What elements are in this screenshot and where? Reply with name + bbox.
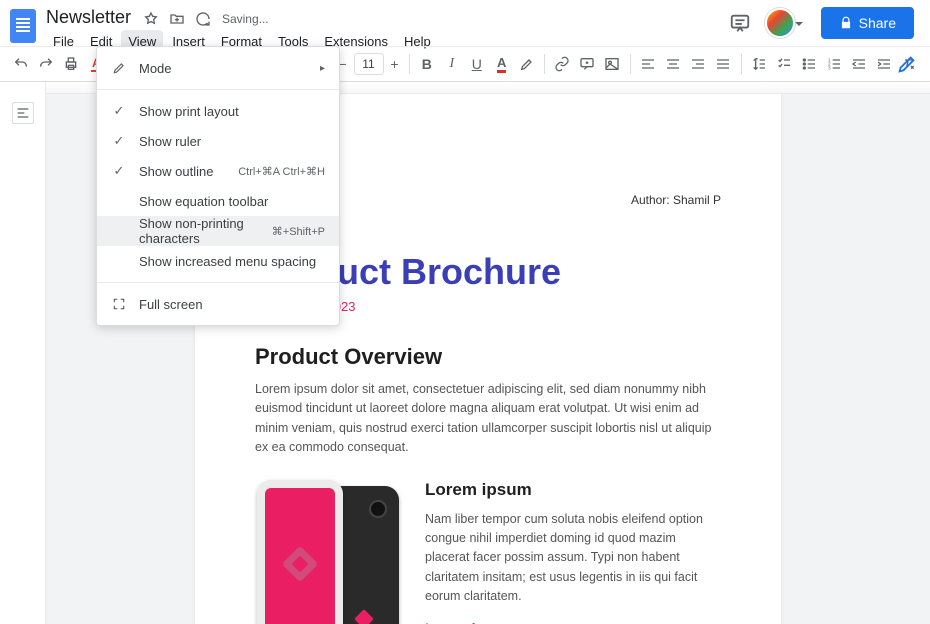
check-icon: ✓: [109, 133, 129, 149]
increase-indent-button[interactable]: [872, 51, 895, 77]
checklist-button[interactable]: [772, 51, 795, 77]
chevron-right-icon: ▸: [320, 63, 325, 74]
numbered-list-button[interactable]: 123: [822, 51, 845, 77]
insert-image-button[interactable]: [601, 51, 624, 77]
avatar-icon: [765, 8, 795, 38]
section-heading[interactable]: Lorem ipsum: [425, 480, 721, 500]
app-header: Newsletter Saving... File Edit View Inse…: [0, 0, 930, 46]
pink-heading[interactable]: Lorem ipsum: [425, 620, 721, 624]
undo-button[interactable]: [10, 51, 33, 77]
text-color-button[interactable]: A: [490, 51, 513, 77]
font-size-control: − 11 +: [335, 53, 403, 75]
move-folder-icon[interactable]: [169, 11, 185, 27]
separator: [544, 54, 545, 74]
two-column-section: Lorem ipsum Nam liber tempor cum soluta …: [255, 480, 721, 624]
bulleted-list-button[interactable]: [797, 51, 820, 77]
bold-button[interactable]: B: [415, 51, 438, 77]
redo-button[interactable]: [35, 51, 58, 77]
separator: [741, 54, 742, 74]
align-justify-button[interactable]: [712, 51, 735, 77]
menu-item-fullscreen[interactable]: Full screen: [97, 289, 339, 319]
separator: [409, 54, 410, 74]
italic-button[interactable]: I: [440, 51, 463, 77]
left-rail: [0, 82, 46, 624]
svg-text:3: 3: [828, 65, 831, 70]
separator: [630, 54, 631, 74]
share-label: Share: [859, 15, 896, 31]
menu-item-nonprinting[interactable]: Show non-printing characters ⌘+Shift+P: [97, 216, 339, 246]
product-image[interactable]: [255, 480, 403, 624]
decrease-indent-button[interactable]: [847, 51, 870, 77]
outline-toggle-icon[interactable]: [12, 102, 34, 124]
pencil-icon: [109, 61, 129, 75]
align-left-button[interactable]: [637, 51, 660, 77]
line-spacing-button[interactable]: [747, 51, 770, 77]
share-button[interactable]: Share: [821, 7, 914, 39]
overview-paragraph[interactable]: Lorem ipsum dolor sit amet, consectetuer…: [255, 380, 721, 458]
cloud-saving-icon: [195, 11, 211, 27]
separator: [97, 89, 339, 90]
comments-icon[interactable]: [729, 12, 751, 34]
editing-mode-button[interactable]: [896, 53, 918, 75]
print-button[interactable]: [60, 51, 83, 77]
fullscreen-icon: [109, 297, 129, 311]
menu-item-equation-toolbar[interactable]: Show equation toolbar: [97, 186, 339, 216]
menu-item-ruler[interactable]: ✓ Show ruler: [97, 126, 339, 156]
menu-item-mode[interactable]: Mode ▸: [97, 53, 339, 83]
overview-heading[interactable]: Product Overview: [255, 344, 721, 370]
check-icon: ✓: [109, 163, 129, 179]
menu-item-menu-spacing[interactable]: Show increased menu spacing: [97, 246, 339, 276]
header-right: Share: [729, 7, 914, 39]
align-center-button[interactable]: [662, 51, 685, 77]
menu-item-outline[interactable]: ✓ Show outline Ctrl+⌘A Ctrl+⌘H: [97, 156, 339, 186]
add-comment-button[interactable]: [576, 51, 599, 77]
star-icon[interactable]: [143, 11, 159, 27]
menu-item-print-layout[interactable]: ✓ Show print layout: [97, 96, 339, 126]
phone-front-icon: [257, 480, 343, 624]
check-icon: ✓: [109, 103, 129, 119]
align-right-button[interactable]: [687, 51, 710, 77]
account-switcher[interactable]: [765, 8, 807, 38]
underline-button[interactable]: U: [465, 51, 488, 77]
insert-link-button[interactable]: [551, 51, 574, 77]
save-status: Saving...: [222, 12, 269, 26]
section-paragraph[interactable]: Nam liber tempor cum soluta nobis eleife…: [425, 510, 721, 607]
view-menu-dropdown: Mode ▸ ✓ Show print layout ✓ Show ruler …: [96, 46, 340, 326]
document-title[interactable]: Newsletter: [46, 7, 131, 28]
font-size-plus[interactable]: +: [387, 56, 403, 72]
highlight-button[interactable]: [515, 51, 538, 77]
lock-icon: [839, 16, 853, 30]
font-size-value[interactable]: 11: [354, 53, 384, 75]
section-text: Lorem ipsum Nam liber tempor cum soluta …: [425, 480, 721, 624]
docs-logo-icon[interactable]: [10, 9, 36, 43]
separator: [97, 282, 339, 283]
